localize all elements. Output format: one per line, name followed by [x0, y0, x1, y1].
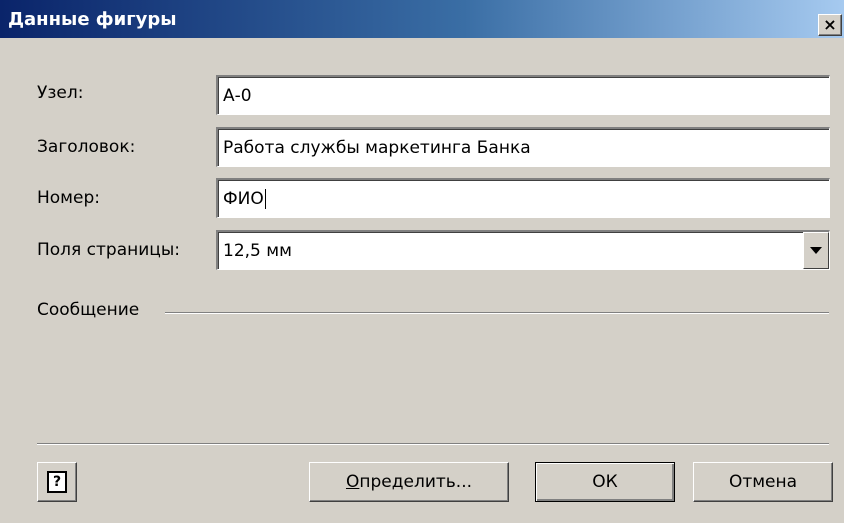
- number-input[interactable]: ФИО: [216, 178, 830, 218]
- define-label-rest: пределить...: [359, 472, 472, 492]
- number-label: Номер:: [37, 188, 100, 208]
- close-button[interactable]: ×: [818, 14, 842, 36]
- help-button[interactable]: ?: [37, 462, 77, 502]
- heading-value: Работа службы маркетинга Банка: [223, 137, 531, 158]
- node-value: А-0: [223, 85, 252, 106]
- define-button[interactable]: Определить...: [309, 462, 509, 502]
- message-group-divider: [165, 312, 829, 314]
- footer-divider: [37, 443, 829, 445]
- text-caret: [264, 188, 266, 209]
- cancel-button-label: Отмена: [728, 472, 798, 492]
- node-label: Узел:: [37, 83, 84, 103]
- ok-button-label: ОК: [592, 472, 618, 492]
- close-icon: ×: [823, 15, 837, 34]
- node-input[interactable]: А-0: [216, 75, 830, 115]
- margins-select[interactable]: 12,5 мм: [216, 230, 830, 270]
- define-button-label: Определить...: [346, 472, 472, 492]
- ok-button[interactable]: ОК: [535, 462, 675, 502]
- heading-input[interactable]: Работа службы маркетинга Банка: [216, 127, 830, 167]
- margins-label: Поля страницы:: [37, 240, 181, 260]
- margins-value: 12,5 мм: [223, 240, 292, 261]
- dialog-title: Данные фигуры: [8, 9, 177, 30]
- chevron-down-icon: [810, 247, 822, 254]
- heading-label: Заголовок:: [37, 137, 136, 157]
- message-group-label: Сообщение: [37, 300, 140, 320]
- help-icon: ?: [47, 471, 67, 493]
- cancel-button[interactable]: Отмена: [693, 462, 833, 502]
- define-accel-letter: О: [345, 472, 360, 492]
- number-value: ФИО: [223, 188, 264, 209]
- title-bar: Данные фигуры ×: [0, 0, 844, 38]
- margins-dropdown-button[interactable]: [803, 232, 829, 269]
